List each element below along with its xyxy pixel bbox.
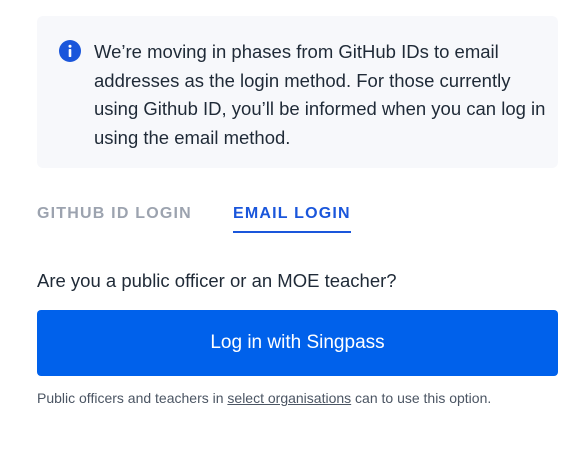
- info-icon: [59, 40, 81, 62]
- notice-text: We’re moving in phases from GitHub IDs t…: [94, 41, 546, 148]
- footnote-text-after: can to use this option.: [351, 390, 492, 406]
- singpass-login-button[interactable]: Log in with Singpass: [37, 310, 558, 376]
- tab-email-login[interactable]: EMAIL LOGIN: [233, 205, 351, 233]
- tab-github-id-login[interactable]: GITHUB ID LOGIN: [37, 205, 192, 231]
- singpass-footnote: Public officers and teachers in select o…: [37, 390, 491, 406]
- login-tabs: GITHUB ID LOGIN EMAIL LOGIN: [37, 205, 558, 237]
- login-method-notice: We’re moving in phases from GitHub IDs t…: [37, 16, 558, 168]
- footnote-text-before: Public officers and teachers in: [37, 390, 228, 406]
- officer-question: Are you a public officer or an MOE teach…: [37, 270, 397, 291]
- select-organisations-link[interactable]: select organisations: [227, 390, 351, 406]
